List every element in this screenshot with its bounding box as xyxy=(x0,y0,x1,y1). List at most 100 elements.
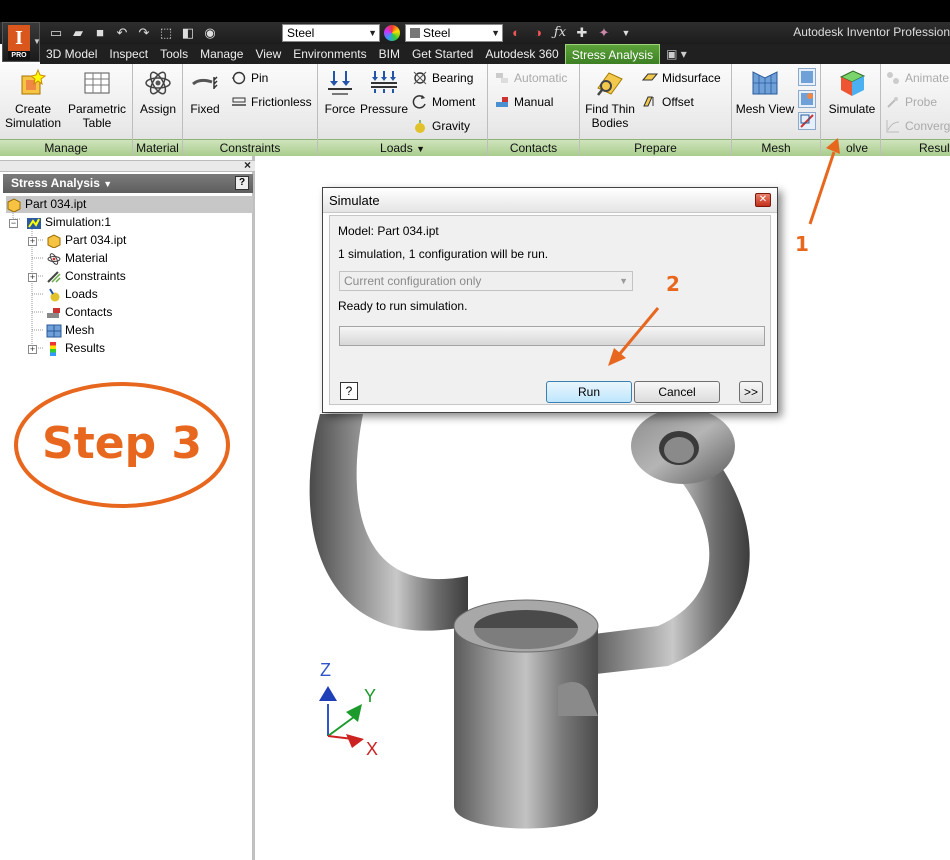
tree-item-mesh[interactable]: Mesh xyxy=(46,322,94,339)
force-icon xyxy=(328,71,352,95)
simulate-button[interactable]: Simulate xyxy=(826,68,878,116)
probe-button[interactable]: Probe xyxy=(885,92,937,112)
tab-view[interactable]: View xyxy=(249,44,287,64)
appearance-combo[interactable]: Steel ▼ xyxy=(405,24,503,42)
browser-header-title: Stress Analysis xyxy=(11,176,100,190)
tab-3d-model[interactable]: 3D Model xyxy=(40,44,103,64)
configuration-select[interactable]: Current configuration only ▼ xyxy=(339,271,633,291)
application-menu-button[interactable]: I PRO ▼ xyxy=(2,22,41,62)
panel-prepare: Find Thin Bodies Midsurface Offset Prepa… xyxy=(580,64,732,156)
tree-item-root-part[interactable]: Part 034.ipt xyxy=(6,196,253,213)
tab-bim[interactable]: BIM xyxy=(373,44,406,64)
help-icon[interactable]: ? xyxy=(340,382,358,400)
tree-item-results[interactable]: Results xyxy=(46,340,105,357)
chevron-down-icon[interactable]: ▼ xyxy=(618,26,634,40)
browser-grip[interactable]: × xyxy=(0,158,255,172)
offset-button[interactable]: Offset xyxy=(642,92,694,112)
force-load-button[interactable]: Force xyxy=(322,68,358,116)
tab-get-started[interactable]: Get Started xyxy=(406,44,479,64)
expand-icon[interactable]: + xyxy=(28,237,37,246)
bearing-load-button[interactable]: Bearing xyxy=(412,68,473,88)
select-icon[interactable]: ⬚ xyxy=(158,26,174,40)
simulate-dialog: Simulate ✕ Model: Part 034.ipt 1 simulat… xyxy=(322,187,778,413)
panel-title-loads[interactable]: Loads ▼ xyxy=(318,139,487,156)
tab-stress-analysis[interactable]: Stress Analysis xyxy=(564,44,661,64)
create-simulation-label-1: Create xyxy=(14,102,52,116)
new-file-icon[interactable]: ▭ xyxy=(48,26,64,40)
tree-item-constraints[interactable]: Constraints xyxy=(46,268,126,285)
force-label: Force xyxy=(324,102,356,116)
automatic-contacts-button[interactable]: Automatic xyxy=(494,68,567,88)
plus-icon[interactable]: ✚ xyxy=(574,26,590,40)
panel-solve: Simulate olve xyxy=(821,64,881,156)
find-thin-bodies-button[interactable]: Find Thin Bodies xyxy=(584,68,636,130)
close-icon[interactable]: ✕ xyxy=(755,193,771,207)
tree-label: Loads xyxy=(65,287,98,301)
tree-label: Constraints xyxy=(65,269,126,283)
panel-title-constraints: Constraints xyxy=(183,139,317,156)
tree-item-part[interactable]: Part 034.ipt xyxy=(46,232,126,249)
create-simulation-button[interactable]: Create Simulation xyxy=(4,68,62,130)
mesh-view-icon xyxy=(752,71,778,95)
material-combo[interactable]: Steel ▼ xyxy=(282,24,380,42)
expand-icon[interactable]: + xyxy=(28,345,37,354)
moment-load-button[interactable]: Moment xyxy=(412,92,475,112)
color-wheel-icon[interactable] xyxy=(384,25,400,41)
pin-constraint-button[interactable]: Pin xyxy=(231,68,268,88)
undo-icon[interactable]: ↶ xyxy=(114,26,130,40)
wand-icon[interactable]: ✦ xyxy=(596,26,612,40)
extra-tab-menu-icon[interactable]: ▣ ▾ xyxy=(660,44,693,64)
automatic-contacts-icon xyxy=(496,73,508,83)
local-mesh-control-button[interactable] xyxy=(798,90,816,108)
parametric-table-button[interactable]: Parametric Table xyxy=(66,68,128,130)
browser-header[interactable]: Stress Analysis ▼ ? xyxy=(3,174,253,193)
tab-autodesk-360[interactable]: Autodesk 360 xyxy=(479,44,564,64)
mesh-settings-button[interactable] xyxy=(798,68,816,86)
tree-label: Material xyxy=(65,251,108,265)
appearance-combo-value: Steel xyxy=(423,26,451,40)
assign-material-button[interactable]: Assign xyxy=(136,68,180,116)
midsurface-button[interactable]: Midsurface xyxy=(642,68,721,88)
gravity-load-button[interactable]: Gravity xyxy=(412,116,470,136)
pressure-load-button[interactable]: Pressure xyxy=(360,68,408,116)
convergence-plot-button[interactable]: Converg xyxy=(885,116,950,136)
manual-contacts-button[interactable]: Manual xyxy=(494,92,553,112)
run-button[interactable]: Run xyxy=(546,381,632,403)
panel-loads: Force Pressure Bearing Moment Gravity Lo… xyxy=(318,64,488,156)
loads-icon xyxy=(49,287,60,301)
dialog-title-bar[interactable]: Simulate xyxy=(323,188,777,213)
configuration-value: Current configuration only xyxy=(344,274,482,288)
animate-button[interactable]: Animate xyxy=(885,68,949,88)
fixed-constraint-button[interactable]: Fixed xyxy=(187,68,223,116)
tab-tools[interactable]: Tools xyxy=(154,44,194,64)
close-icon[interactable]: × xyxy=(244,158,251,172)
tab-manage[interactable]: Manage xyxy=(194,44,249,64)
clear-icon[interactable]: ◑ xyxy=(530,26,546,40)
convergence-settings-button[interactable] xyxy=(798,112,816,130)
expand-icon[interactable]: + xyxy=(28,273,37,282)
panel-title-contacts: Contacts xyxy=(488,139,579,156)
atom-icon xyxy=(47,252,61,265)
update-icon[interactable]: ◧ xyxy=(180,26,196,40)
frictionless-constraint-button[interactable]: Frictionless xyxy=(231,92,312,112)
tree-item-material[interactable]: Material xyxy=(46,250,108,267)
tree-item-loads[interactable]: Loads xyxy=(46,286,98,303)
annotation-1: 1 xyxy=(795,232,809,256)
more-options-button[interactable]: >> xyxy=(739,381,763,403)
tree-item-contacts[interactable]: Contacts xyxy=(46,304,112,321)
collapse-icon[interactable]: − xyxy=(9,219,18,228)
material-icon[interactable]: ◉ xyxy=(202,26,218,40)
redo-icon[interactable]: ↷ xyxy=(136,26,152,40)
open-folder-icon[interactable]: ▰ xyxy=(70,26,86,40)
save-icon[interactable]: ■ xyxy=(92,26,108,40)
fx-icon[interactable]: ƒx xyxy=(552,26,568,40)
tab-environments[interactable]: Environments xyxy=(287,44,372,64)
top-black-bar xyxy=(0,0,950,22)
tab-inspect[interactable]: Inspect xyxy=(103,44,154,64)
tree-item-simulation[interactable]: Simulation:1 xyxy=(26,214,111,231)
help-icon[interactable]: ? xyxy=(235,176,249,190)
adjust-icon[interactable]: ◐ xyxy=(508,26,524,40)
frictionless-label: Frictionless xyxy=(251,95,312,109)
mesh-view-button[interactable]: Mesh View xyxy=(734,68,796,116)
cancel-button[interactable]: Cancel xyxy=(634,381,720,403)
